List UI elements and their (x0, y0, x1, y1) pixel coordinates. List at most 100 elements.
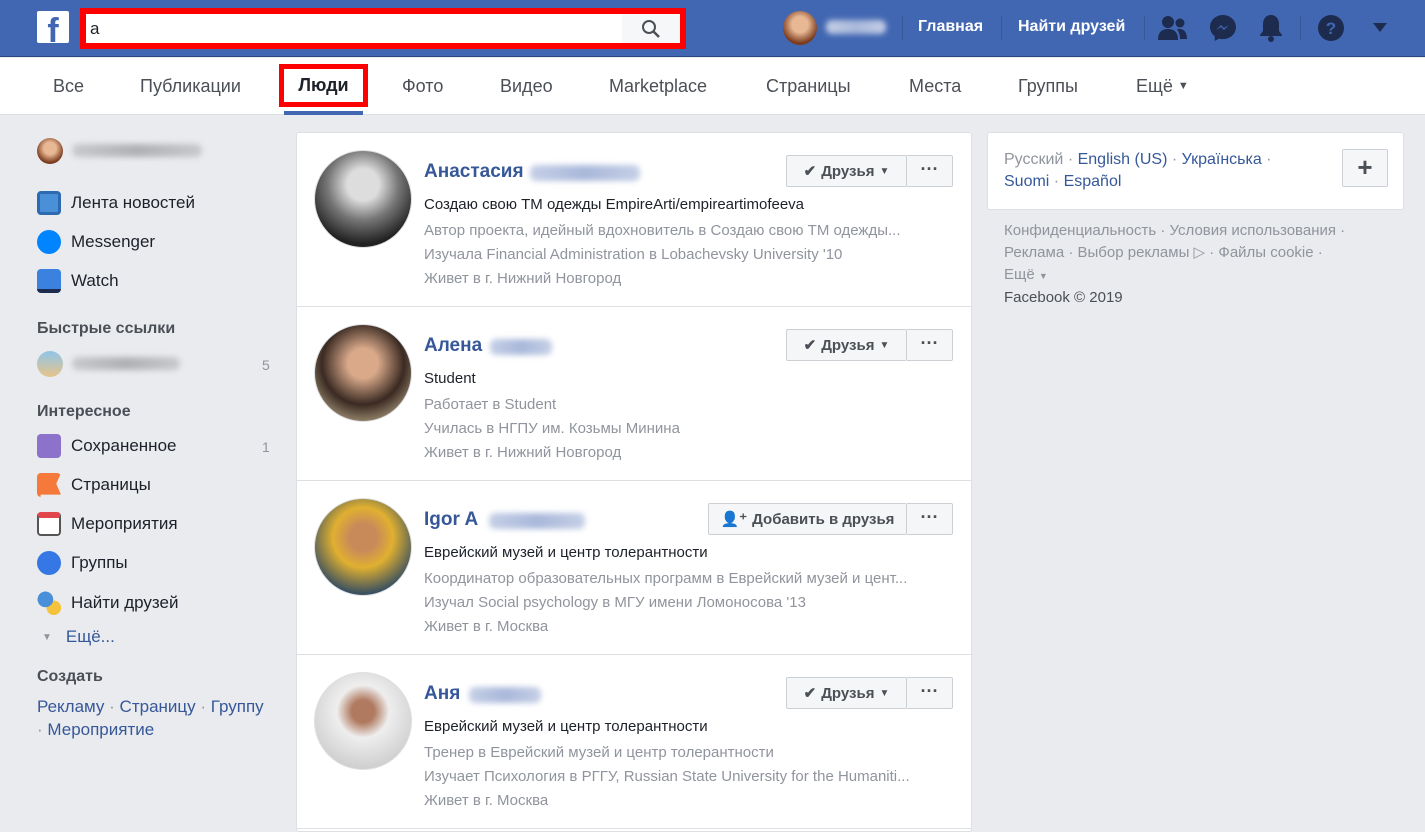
quick-link-count: 5 (262, 357, 270, 373)
language-box: Русский · English (US) · Українська · Suo… (987, 132, 1404, 210)
terms-link[interactable]: Условия использования (1170, 222, 1337, 239)
sidebar-more[interactable]: ▼ Ещё... (42, 627, 115, 647)
profile-name-blurred[interactable] (826, 20, 886, 34)
person-name[interactable]: Аня (424, 683, 460, 705)
tab-label: Люди (298, 75, 349, 95)
quick-link-blurred[interactable] (72, 357, 180, 370)
add-language-button[interactable]: + (1342, 149, 1388, 187)
tab-more[interactable]: Ещё ▼ (1136, 76, 1189, 97)
language-link[interactable]: English (US) (1078, 151, 1168, 168)
result-row: Igor A Еврейский музей и центр толерантн… (297, 481, 971, 655)
add-friend-button[interactable]: 👤⁺ Добавить в друзья (708, 503, 907, 535)
language-link[interactable]: Українська (1182, 151, 1262, 168)
person-avatar[interactable] (314, 498, 412, 596)
footer-links: Конфиденциальность · Условия использован… (1004, 222, 1346, 306)
current-language: Русский (1004, 151, 1064, 168)
person-location: Живет в г. Нижний Новгород (424, 444, 622, 461)
person-education: Изучает Психология в РГГУ, Russian State… (424, 768, 910, 785)
more-options-button[interactable]: ··· (907, 329, 953, 361)
more-options-button[interactable]: ··· (907, 677, 953, 709)
ads-link[interactable]: Реклама (1004, 244, 1064, 261)
divider (902, 16, 903, 40)
result-row: Анастасия Создаю свою ТМ одежды EmpireAr… (297, 133, 971, 307)
caret-down-icon: ▼ (1038, 271, 1048, 281)
tab-pages[interactable]: Страницы (766, 76, 851, 97)
result-row: Аня Еврейский музей и центр толерантност… (297, 655, 971, 829)
privacy-link[interactable]: Конфиденциальность (1004, 222, 1156, 239)
tab-videos[interactable]: Видео (500, 76, 553, 97)
search-button[interactable] (622, 14, 680, 43)
person-surname-blurred[interactable] (469, 687, 541, 703)
profile-avatar[interactable] (783, 11, 817, 45)
copyright: Facebook © 2019 (1004, 289, 1123, 306)
friends-button[interactable]: ✔ Друзья ▼ (786, 677, 907, 709)
search-box (80, 8, 686, 49)
person-location: Живет в г. Москва (424, 792, 549, 809)
facebook-logo[interactable]: f (37, 11, 69, 43)
create-page-link[interactable]: Страницу (120, 697, 196, 716)
sidebar-item-find-friends[interactable]: Найти друзей (37, 591, 178, 615)
sidebar-item-pages[interactable]: Страницы (37, 473, 151, 497)
more-options-button[interactable]: ··· (907, 155, 953, 187)
person-name[interactable]: Алена (424, 335, 482, 357)
tab-all[interactable]: Все (53, 76, 84, 97)
more-options-button[interactable]: ··· (907, 503, 953, 535)
tab-photos[interactable]: Фото (402, 76, 443, 97)
create-ad-link[interactable]: Рекламу (37, 697, 104, 716)
help-icon[interactable]: ? (1316, 13, 1346, 43)
person-education: Училась в НГПУ им. Козьмы Минина (424, 420, 680, 437)
tab-places[interactable]: Места (909, 76, 961, 97)
check-icon: ✔ (803, 337, 817, 354)
person-name[interactable]: Igor A (424, 509, 478, 531)
plus-icon: + (1357, 152, 1373, 182)
person-avatar[interactable] (314, 324, 412, 422)
user-avatar[interactable] (37, 138, 63, 164)
create-heading: Создать (37, 668, 103, 685)
caret-down-icon[interactable] (1373, 23, 1387, 32)
person-avatar[interactable] (314, 672, 412, 770)
person-avatar[interactable] (314, 150, 412, 248)
divider (1001, 16, 1002, 40)
person-surname-blurred[interactable] (530, 165, 640, 181)
bell-icon[interactable] (1258, 13, 1284, 43)
create-event-link[interactable]: Мероприятие (47, 720, 154, 739)
user-name-blurred[interactable] (72, 144, 202, 157)
sidebar-item-groups[interactable]: Группы (37, 551, 128, 575)
sidebar-item-watch[interactable]: Watch (37, 269, 119, 293)
friends-button[interactable]: ✔ Друзья ▼ (786, 329, 907, 361)
tab-people[interactable]: Люди (279, 64, 368, 107)
sidebar-item-news-feed[interactable]: Лента новостей (37, 191, 195, 215)
search-icon (642, 19, 660, 38)
ad-choices-link[interactable]: Выбор рекламы (1078, 244, 1190, 261)
friends-icon[interactable] (1158, 15, 1188, 41)
language-link[interactable]: Suomi (1004, 173, 1049, 190)
messenger-icon[interactable] (1208, 13, 1238, 43)
ad-choices-icon: ▷ (1193, 244, 1206, 261)
home-link[interactable]: Главная (918, 18, 983, 36)
sidebar-item-saved[interactable]: Сохраненное (37, 434, 176, 458)
people-results: Анастасия Создаю свою ТМ одежды EmpireAr… (296, 132, 972, 832)
group-avatar[interactable] (37, 351, 63, 377)
tab-posts[interactable]: Публикации (140, 76, 241, 97)
person-name[interactable]: Анастасия (424, 161, 524, 183)
sidebar-item-label: Страницы (71, 475, 151, 494)
language-link[interactable]: Español (1064, 173, 1122, 190)
caret-down-icon: ▼ (879, 165, 890, 177)
tab-groups[interactable]: Группы (1018, 76, 1078, 97)
friends-button[interactable]: ✔ Друзья ▼ (786, 155, 907, 187)
person-surname-blurred[interactable] (490, 339, 552, 355)
person-headline: Еврейский музей и центр толерантности (424, 718, 708, 735)
sidebar-item-messenger[interactable]: Messenger (37, 230, 155, 254)
news-feed-icon (37, 191, 61, 215)
person-surname-blurred[interactable] (489, 513, 585, 529)
cookies-link[interactable]: Файлы cookie (1218, 244, 1313, 261)
search-input[interactable] (90, 14, 620, 43)
create-group-link[interactable]: Группу (211, 697, 264, 716)
sidebar-item-events[interactable]: Мероприятия (37, 512, 178, 536)
top-bar: f Главная Найти друзей ? (0, 0, 1425, 57)
footer-more-link[interactable]: Ещё ▼ (1004, 266, 1048, 283)
sidebar-item-label: Messenger (71, 232, 156, 251)
find-friends-link[interactable]: Найти друзей (1018, 18, 1125, 36)
tab-marketplace[interactable]: Marketplace (609, 76, 707, 97)
more-icon: ··· (920, 507, 939, 527)
